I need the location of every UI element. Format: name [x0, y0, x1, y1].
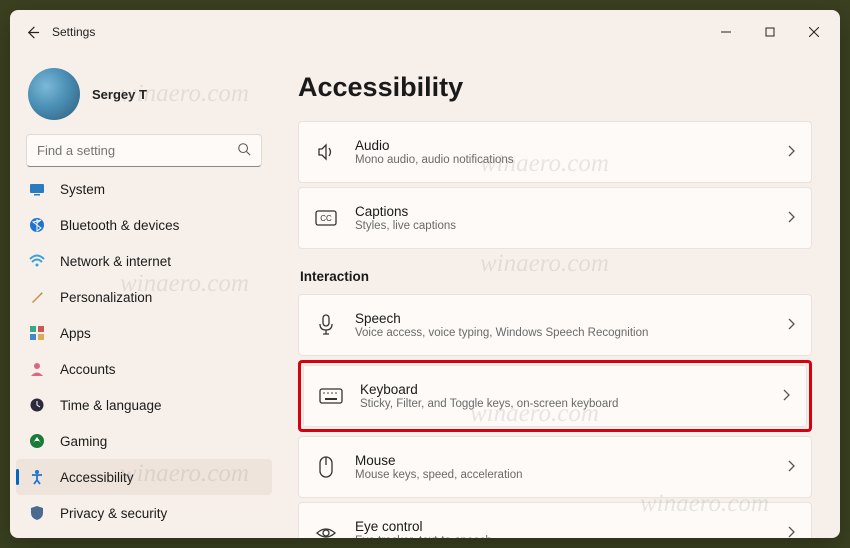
sidebar-item-personalization[interactable]: Personalization: [16, 279, 272, 315]
settings-window: Settings Sergey T System Bluetooth & devi…: [10, 10, 840, 538]
main-content: Accessibility AudioMono audio, audio not…: [278, 54, 840, 538]
close-button[interactable]: [792, 16, 836, 48]
arrow-left-icon: [25, 25, 40, 40]
sidebar-item-apps[interactable]: Apps: [16, 315, 272, 351]
sidebar-item-bluetooth[interactable]: Bluetooth & devices: [16, 207, 272, 243]
card-title: Keyboard: [360, 382, 782, 397]
sidebar-item-privacy[interactable]: Privacy & security: [16, 495, 272, 528]
back-button[interactable]: [14, 14, 50, 50]
card-subtitle: Mono audio, audio notifications: [355, 154, 787, 166]
mouse-icon: [313, 454, 339, 480]
section-label: Interaction: [300, 269, 812, 284]
chevron-right-icon: [787, 460, 795, 475]
card-title: Mouse: [355, 453, 787, 468]
sidebar-item-network[interactable]: Network & internet: [16, 243, 272, 279]
sidebar-item-label: Gaming: [60, 434, 107, 449]
gaming-icon: [28, 432, 46, 450]
svg-text:CC: CC: [320, 214, 332, 223]
sidebar-item-label: Accessibility: [60, 470, 134, 485]
sidebar: Sergey T System Bluetooth & devices Networ…: [10, 54, 278, 538]
card-eyecontrol[interactable]: Eye controlEye tracker, text-to-speech: [298, 502, 812, 538]
sidebar-item-label: Bluetooth & devices: [60, 218, 179, 233]
titlebar: Settings: [10, 10, 840, 54]
sidebar-item-time[interactable]: Time & language: [16, 387, 272, 423]
chevron-right-icon: [787, 526, 795, 539]
search-input[interactable]: [37, 143, 237, 158]
accounts-icon: [28, 360, 46, 378]
window-title: Settings: [52, 25, 95, 39]
card-mouse[interactable]: MouseMouse keys, speed, acceleration: [298, 436, 812, 498]
sidebar-item-label: Privacy & security: [60, 506, 167, 521]
chevron-right-icon: [787, 318, 795, 333]
eyecontrol-icon: [313, 520, 339, 538]
card-keyboard[interactable]: KeyboardSticky, Filter, and Toggle keys,…: [303, 365, 807, 427]
chevron-right-icon: [787, 145, 795, 160]
card-captions[interactable]: CC CaptionsStyles, live captions: [298, 187, 812, 249]
card-title: Audio: [355, 138, 787, 153]
card-subtitle: Voice access, voice typing, Windows Spee…: [355, 327, 787, 339]
keyboard-icon: [318, 383, 344, 409]
highlight-keyboard: KeyboardSticky, Filter, and Toggle keys,…: [298, 360, 812, 432]
sidebar-item-label: Accounts: [60, 362, 116, 377]
card-title: Eye control: [355, 519, 787, 534]
privacy-icon: [28, 504, 46, 522]
captions-icon: CC: [313, 205, 339, 231]
nav-list[interactable]: System Bluetooth & devices Network & inter…: [10, 177, 278, 528]
maximize-button[interactable]: [748, 16, 792, 48]
audio-icon: [313, 139, 339, 165]
sidebar-item-label: Network & internet: [60, 254, 171, 269]
card-subtitle: Styles, live captions: [355, 220, 787, 232]
card-audio[interactable]: AudioMono audio, audio notifications: [298, 121, 812, 183]
minimize-button[interactable]: [704, 16, 748, 48]
chevron-right-icon: [787, 211, 795, 226]
sidebar-item-label: System: [60, 182, 105, 197]
card-title: Speech: [355, 311, 787, 326]
profile-block[interactable]: Sergey T: [10, 60, 278, 134]
sidebar-item-accessibility[interactable]: Accessibility: [16, 459, 272, 495]
sidebar-item-accounts[interactable]: Accounts: [16, 351, 272, 387]
speech-icon: [313, 312, 339, 338]
card-title: Captions: [355, 204, 787, 219]
profile-name: Sergey T: [92, 87, 147, 102]
accessibility-icon: [28, 468, 46, 486]
card-subtitle: Mouse keys, speed, acceleration: [355, 469, 787, 481]
search-box[interactable]: [26, 134, 262, 167]
search-icon: [237, 142, 251, 159]
bluetooth-icon: [28, 216, 46, 234]
chevron-right-icon: [782, 389, 790, 404]
sidebar-item-system[interactable]: System: [16, 177, 272, 207]
apps-icon: [28, 324, 46, 342]
card-subtitle: Sticky, Filter, and Toggle keys, on-scre…: [360, 398, 782, 410]
avatar: [28, 68, 80, 120]
card-subtitle: Eye tracker, text-to-speech: [355, 535, 787, 538]
sidebar-item-gaming[interactable]: Gaming: [16, 423, 272, 459]
network-icon: [28, 252, 46, 270]
system-icon: [28, 180, 46, 198]
sidebar-item-label: Personalization: [60, 290, 152, 305]
time-icon: [28, 396, 46, 414]
window-controls: [704, 16, 836, 48]
personalization-icon: [28, 288, 46, 306]
page-title: Accessibility: [298, 72, 812, 103]
sidebar-item-label: Time & language: [60, 398, 162, 413]
card-speech[interactable]: SpeechVoice access, voice typing, Window…: [298, 294, 812, 356]
sidebar-item-label: Apps: [60, 326, 91, 341]
